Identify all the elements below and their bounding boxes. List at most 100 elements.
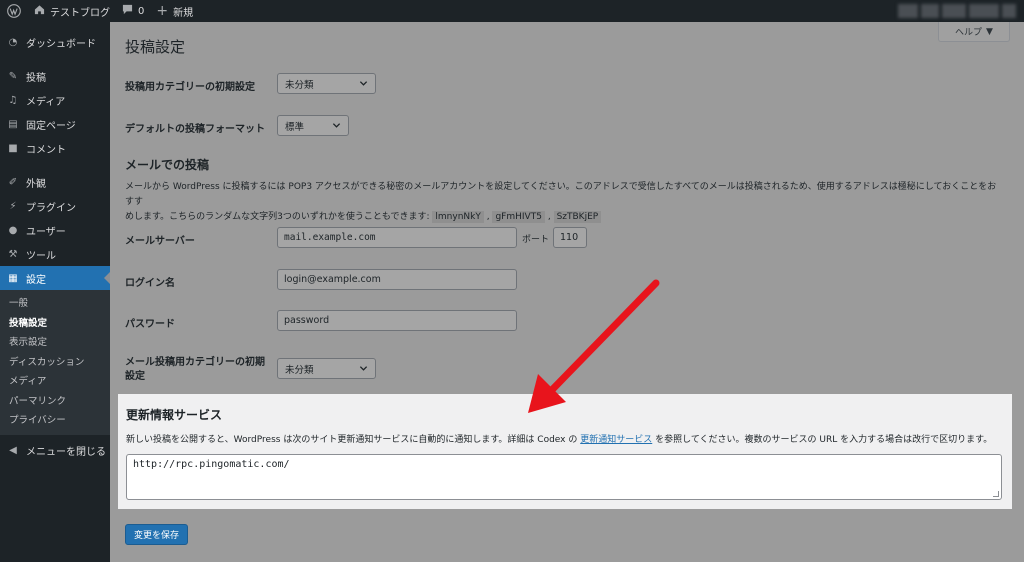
- site-name: テストブログ: [50, 7, 110, 19]
- mail-server-input[interactable]: mail.example.com: [277, 227, 517, 248]
- mail-category-select[interactable]: 未分類: [277, 358, 376, 379]
- random-string: SzTBKjEP: [553, 211, 602, 223]
- default-format-label: デフォルトの投稿フォーマット: [125, 124, 265, 135]
- settings-submenu: 一般 投稿設定 表示設定 ディスカッション メディア パーマリンク プライバシー: [0, 290, 110, 435]
- update-services-link[interactable]: 更新通知サービス: [580, 435, 652, 445]
- update-services-panel: 更新情報サービス 新しい投稿を公開すると、WordPress は次のサイト更新通…: [118, 394, 1012, 509]
- default-format-select[interactable]: 標準: [277, 115, 349, 136]
- main-content: 投稿設定 ヘルプ ▼ 投稿用カテゴリーの初期設定 未分類 デフォルトの投稿フォーマ…: [110, 22, 1024, 562]
- page-title: 投稿設定: [125, 38, 186, 56]
- sidebar-item-label: ツール: [26, 250, 56, 262]
- submenu-item-writing[interactable]: 投稿設定: [0, 314, 110, 334]
- user-account-blurred[interactable]: [898, 4, 1016, 18]
- collapse-menu-label: メニューを閉じる: [26, 447, 106, 458]
- mail-server-label: メールサーバー: [125, 236, 195, 247]
- sidebar-item-users[interactable]: ● ユーザー: [0, 218, 110, 242]
- comment-icon: ■: [8, 142, 18, 154]
- sidebar-item-settings[interactable]: ▦ 設定: [0, 266, 110, 290]
- select-value: 未分類: [285, 364, 314, 376]
- sidebar-item-label: コメント: [26, 144, 66, 156]
- sidebar-item-media[interactable]: ♫ メディア: [0, 88, 110, 112]
- submenu-item-discussion[interactable]: ディスカッション: [0, 353, 110, 373]
- wrench-icon: ⚒: [8, 248, 18, 260]
- default-category-label: 投稿用カテゴリーの初期設定: [125, 82, 255, 93]
- sidebar-item-dashboard[interactable]: ◔ ダッシュボード: [0, 30, 110, 54]
- random-string: lmnynNkY: [432, 211, 484, 223]
- media-icon: ♫: [8, 94, 18, 106]
- help-tab-button[interactable]: ヘルプ ▼: [938, 22, 1010, 42]
- sidebar-item-pages[interactable]: ▤ 固定ページ: [0, 112, 110, 136]
- plugin-icon: ⚡: [9, 200, 17, 212]
- mail-section-title: メールでの投稿: [125, 158, 210, 172]
- default-category-select[interactable]: 未分類: [277, 73, 376, 94]
- dashboard-icon: ◔: [8, 36, 18, 48]
- site-name-link[interactable]: テストブログ: [28, 0, 116, 22]
- comments-count: 0: [138, 5, 145, 17]
- port-input[interactable]: 110: [553, 227, 587, 248]
- wordpress-logo-icon[interactable]: [0, 0, 28, 22]
- page-icon: ▤: [8, 118, 18, 130]
- admin-sidebar: ◔ ダッシュボード ✎ 投稿 ♫ メディア ▤ 固定ページ ■ コメント ✐ 外観 ⚡ プラグ…: [0, 22, 110, 562]
- pin-icon: ✎: [8, 70, 18, 82]
- sidebar-item-label: 外観: [26, 178, 46, 190]
- home-icon: [34, 4, 45, 18]
- chevron-down-icon: [332, 121, 341, 133]
- submenu-item-privacy[interactable]: プライバシー: [0, 411, 110, 431]
- resize-grip-icon[interactable]: [993, 491, 999, 497]
- sidebar-item-label: プラグイン: [26, 202, 76, 214]
- mail-description-line: めします。こちらのランダムな文字列3つのいずれかを使うこともできます: lmny…: [125, 210, 1005, 225]
- sidebar-item-label: 投稿: [26, 72, 46, 84]
- new-content-link[interactable]: + 新規: [150, 0, 199, 22]
- comment-bubble-icon: [122, 4, 133, 18]
- comments-link[interactable]: 0: [116, 0, 150, 22]
- select-value: 標準: [285, 121, 305, 133]
- submenu-item-permalinks[interactable]: パーマリンク: [0, 392, 110, 412]
- update-services-description: 新しい投稿を公開すると、WordPress は次のサイト更新通知サービスに自動的…: [126, 432, 992, 445]
- sidebar-item-comments[interactable]: ■ コメント: [0, 136, 110, 160]
- sidebar-item-label: ユーザー: [26, 226, 66, 238]
- submenu-item-general[interactable]: 一般: [0, 294, 110, 314]
- port-label: ポート: [522, 235, 550, 245]
- sidebar-item-plugins[interactable]: ⚡ プラグイン: [0, 194, 110, 218]
- mail-description-line: メールから WordPress に投稿するには POP3 アクセスができる秘密の…: [125, 182, 997, 207]
- sidebar-item-appearance[interactable]: ✐ 外観: [0, 170, 110, 194]
- mail-category-label-line: メール投稿用カテゴリーの初期: [125, 357, 265, 368]
- chevron-down-icon: [359, 79, 368, 91]
- user-icon: ●: [8, 224, 18, 236]
- submenu-item-media[interactable]: メディア: [0, 372, 110, 392]
- update-services-title: 更新情報サービス: [126, 408, 223, 422]
- separator: ,: [547, 212, 551, 222]
- sidebar-item-tools[interactable]: ⚒ ツール: [0, 242, 110, 266]
- mail-category-label: メール投稿用カテゴリーの初期 設定: [125, 356, 265, 384]
- login-input[interactable]: login@example.com: [277, 269, 517, 290]
- password-label: パスワード: [125, 319, 175, 330]
- submenu-item-reading[interactable]: 表示設定: [0, 333, 110, 353]
- admin-bar: テストブログ 0 + 新規: [0, 0, 1024, 22]
- ping-sites-textarea[interactable]: http://rpc.pingomatic.com/: [126, 454, 1002, 500]
- triangle-down-icon: ▼: [986, 26, 993, 37]
- chevron-down-icon: [359, 364, 368, 376]
- collapse-menu-button[interactable]: ◀ メニューを閉じる: [0, 439, 110, 463]
- mail-category-label-line: 設定: [125, 371, 145, 382]
- settings-icon: ▦: [8, 272, 18, 284]
- password-input[interactable]: password: [277, 310, 517, 331]
- collapse-arrow-icon: ◀: [9, 445, 17, 456]
- mail-description: メールから WordPress に投稿するには POP3 アクセスができる秘密の…: [125, 180, 1005, 225]
- random-string: gFmHIVT5: [492, 211, 545, 223]
- login-label: ログイン名: [125, 278, 175, 289]
- plus-icon: +: [156, 3, 169, 19]
- sidebar-item-label: 固定ページ: [26, 120, 76, 132]
- new-label: 新規: [173, 7, 194, 19]
- sidebar-item-posts[interactable]: ✎ 投稿: [0, 64, 110, 88]
- save-changes-button[interactable]: 変更を保存: [125, 524, 189, 545]
- sidebar-item-label: ダッシュボード: [26, 38, 96, 50]
- description-text: 新しい投稿を公開すると、WordPress は次のサイト更新通知サービスに自動的…: [126, 435, 581, 445]
- help-label: ヘルプ: [955, 28, 983, 38]
- separator: ,: [486, 212, 490, 222]
- select-value: 未分類: [285, 79, 314, 91]
- brush-icon: ✐: [8, 176, 18, 188]
- description-text: を参照してください。複数のサービスの URL を入力する場合は改行で区切ります。: [652, 435, 993, 445]
- sidebar-item-label: メディア: [26, 96, 66, 108]
- mail-description-text: めします。こちらのランダムな文字列3つのいずれかを使うこともできます:: [125, 212, 430, 222]
- sidebar-item-label: 設定: [26, 274, 46, 286]
